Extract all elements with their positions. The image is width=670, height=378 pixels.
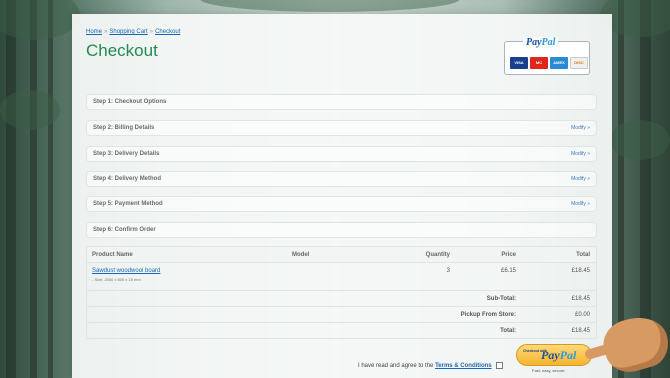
product-price: £6.15	[500, 268, 516, 274]
modify-delivery-method-link[interactable]: Modify »	[571, 176, 590, 182]
step-billing-details: Step 2: Billing Details Modify »	[86, 120, 597, 136]
step-label: Step 6: Confirm Order	[93, 227, 156, 233]
modify-billing-link[interactable]: Modify »	[571, 125, 590, 131]
step-delivery-method: Step 4: Delivery Method Modify »	[86, 171, 597, 187]
paypal-accepted-badge: PayPal VISA MC AMEX DISC	[504, 37, 590, 75]
mastercard-icon: MC	[530, 57, 548, 69]
step-label: Step 1: Checkout Options	[93, 99, 167, 105]
product-option: - Size: 2000 x 600 x 15 mm	[92, 277, 141, 282]
subtotal-value: £18.45	[571, 296, 590, 302]
table-header-row: Product Name Model Quantity Price Total	[87, 247, 596, 263]
step-label: Step 3: Delivery Details	[93, 151, 160, 157]
step-label: Step 5: Payment Method	[93, 201, 163, 207]
step-delivery-details: Step 3: Delivery Details Modify »	[86, 146, 597, 162]
step-checkout-options[interactable]: Step 1: Checkout Options	[86, 94, 597, 110]
subtotal-label: Sub-Total:	[486, 296, 516, 302]
header-price: Price	[501, 252, 516, 258]
checkout-panel: Home» Shopping Cart» Checkout Checkout Pay…	[72, 14, 612, 378]
breadcrumb-separator: »	[149, 29, 154, 35]
paypal-tagline: Fast, easy, secure.	[532, 368, 566, 373]
paypal-logo: PayPal	[523, 37, 559, 48]
header-quantity: Quantity	[425, 252, 450, 258]
pickup-row: Pickup From Store: £0.00	[87, 307, 596, 323]
breadcrumb: Home» Shopping Cart» Checkout	[86, 29, 180, 35]
total-row: Total: £18.45	[87, 323, 596, 339]
paypal-button-logo: PayPal	[541, 348, 577, 362]
terms-agreement: I have read and agree to the Terms & Con…	[358, 362, 504, 370]
order-summary-table: Product Name Model Quantity Price Total …	[86, 246, 597, 339]
step-label: Step 2: Billing Details	[93, 125, 155, 131]
total-label: Total:	[500, 328, 516, 334]
discover-card-icon: DISC	[570, 57, 588, 69]
header-product-name: Product Name	[92, 252, 133, 258]
total-value: £18.45	[571, 328, 590, 334]
step-label: Step 4: Delivery Method	[93, 176, 162, 182]
table-row: Sawdust woodwool board - Size: 2000 x 60…	[87, 263, 596, 291]
terms-checkbox[interactable]	[496, 362, 504, 369]
product-total: £18.45	[571, 268, 590, 274]
terms-link[interactable]: Terms & Conditions	[435, 363, 492, 369]
breadcrumb-home-link[interactable]: Home	[86, 29, 102, 35]
page-title: Checkout	[86, 41, 158, 60]
step-payment-method: Step 5: Payment Method Modify »	[86, 196, 597, 212]
visa-card-icon: VISA	[510, 57, 528, 69]
product-link[interactable]: Sawdust woodwool board	[92, 268, 160, 274]
modify-delivery-details-link[interactable]: Modify »	[571, 151, 590, 157]
breadcrumb-cart-link[interactable]: Shopping Cart	[109, 29, 147, 35]
modify-payment-method-link[interactable]: Modify »	[571, 201, 590, 207]
product-quantity: 3	[446, 268, 450, 274]
amex-card-icon: AMEX	[550, 57, 568, 69]
breadcrumb-separator: »	[104, 29, 108, 35]
agree-text: I have read and agree to the	[358, 363, 434, 370]
subtotal-row: Sub-Total: £18.45	[87, 291, 596, 307]
checkout-with-paypal-button[interactable]: Checkout with PayPal	[516, 344, 592, 366]
breadcrumb-checkout-link[interactable]: Checkout	[155, 29, 180, 35]
header-total: Total	[576, 252, 590, 258]
pickup-label: Pickup From Store:	[460, 312, 516, 318]
step-confirm-order: Step 6: Confirm Order	[86, 222, 597, 238]
header-model: Model	[292, 252, 310, 258]
pickup-value: £0.00	[574, 312, 590, 318]
